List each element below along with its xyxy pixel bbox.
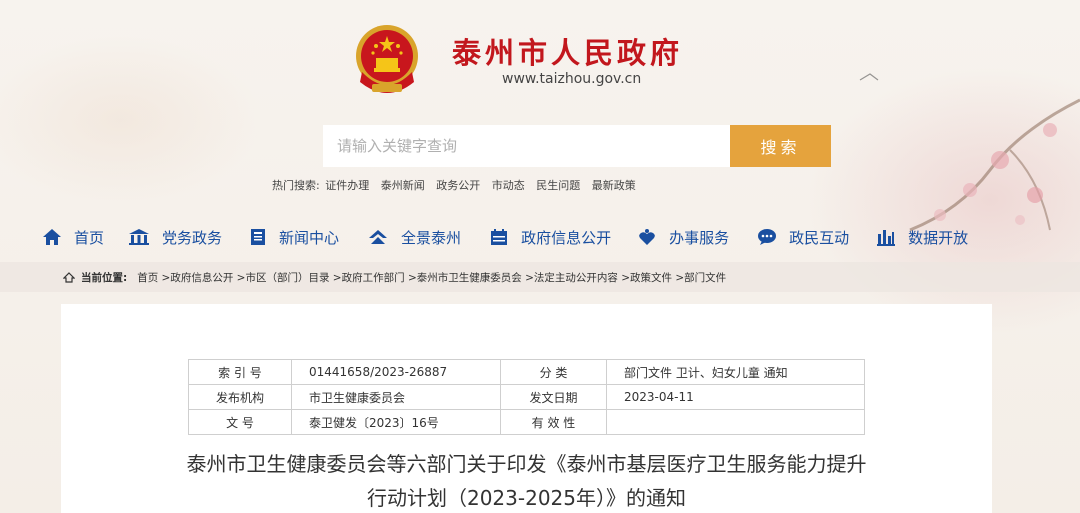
content-panel: 索 引 号 01441658/2023-26887 分 类 部门文件 卫计、妇女… (61, 304, 992, 513)
breadcrumb: 当前位置: 首页 >政府信息公开 >市区（部门）目录 >政府工作部门 >泰州市卫… (63, 270, 726, 285)
breadcrumb-label: 当前位置: (81, 272, 128, 284)
breadcrumb-path[interactable]: 首页 >政府信息公开 >市区（部门）目录 >政府工作部门 >泰州市卫生健康委员会… (137, 270, 726, 285)
document-title: 泰州市卫生健康委员会等六部门关于印发《泰州市基层医疗卫生服务能力提升 行动计划（… (61, 447, 992, 513)
table-row: 文 号 泰卫健发〔2023〕16号 有 效 性 (188, 409, 865, 435)
bar-chart-icon (877, 230, 896, 246)
meta-key: 分 类 (500, 359, 607, 385)
document-title-line: 行动计划（2023-2025年）》的通知 (366, 486, 686, 510)
hot-search-link[interactable]: 证件办理 (325, 179, 369, 192)
nav-item-gov-info[interactable]: 政府信息公开 (489, 227, 611, 248)
main-nav: 首页 党务政务 新闻中心 全景泰州 政府信息公开 办事服务 政民互动 数据开放 (42, 223, 1052, 251)
newspaper-icon (251, 229, 266, 245)
hot-search-label: 热门搜索: (272, 179, 320, 192)
search-button[interactable]: 搜索 (730, 125, 831, 167)
nav-item-home[interactable]: 首页 (42, 227, 104, 248)
hot-search-link[interactable]: 市动态 (492, 179, 525, 192)
hot-search-bar: 热门搜索: 证件办理 泰州新闻 政务公开 市动态 民生问题 最新政策 (272, 177, 644, 193)
meta-value: 部门文件 卫计、妇女儿童 通知 (606, 359, 865, 385)
hot-search-link[interactable]: 政务公开 (436, 179, 480, 192)
document-title-line: 泰州市卫生健康委员会等六部门关于印发《泰州市基层医疗卫生服务能力提升 (186, 452, 867, 476)
nav-label: 新闻中心 (279, 228, 340, 247)
site-title[interactable]: 泰州市人民政府 (452, 30, 683, 72)
nav-item-interaction[interactable]: 政民互动 (757, 227, 849, 248)
nav-label: 政民互动 (789, 228, 850, 247)
meta-key: 文 号 (188, 409, 292, 435)
table-row: 索 引 号 01441658/2023-26887 分 类 部门文件 卫计、妇女… (188, 359, 865, 385)
nav-label: 全景泰州 (401, 228, 462, 247)
hot-search-link[interactable]: 最新政策 (592, 179, 636, 192)
meta-key: 发文日期 (500, 384, 607, 410)
meta-value: 2023-04-11 (606, 384, 865, 410)
meta-value (606, 409, 865, 435)
location-home-icon (63, 272, 75, 283)
national-emblem-icon (356, 25, 418, 93)
document-meta-table: 索 引 号 01441658/2023-26887 分 类 部门文件 卫计、妇女… (188, 359, 865, 435)
nav-item-news-center[interactable]: 新闻中心 (249, 227, 339, 248)
home-icon (43, 229, 61, 245)
nav-label: 首页 (74, 228, 105, 247)
site-url[interactable]: www.taizhou.gov.cn (502, 71, 641, 87)
nav-item-party-affairs[interactable]: 党务政务 (128, 227, 222, 248)
hot-search-link[interactable]: 泰州新闻 (381, 179, 425, 192)
building-icon (129, 229, 150, 245)
panorama-icon (369, 230, 388, 244)
table-row: 发布机构 市卫生健康委员会 发文日期 2023-04-11 (188, 384, 865, 410)
nav-label: 数据开放 (908, 228, 969, 247)
nav-item-panorama[interactable]: 全景泰州 (367, 227, 461, 248)
nav-item-open-data[interactable]: 数据开放 (876, 227, 968, 248)
nav-item-services[interactable]: 办事服务 (637, 227, 729, 248)
meta-key: 有 效 性 (500, 409, 607, 435)
search-input[interactable] (323, 125, 730, 167)
hot-search-link[interactable]: 民生问题 (536, 179, 580, 192)
meta-value: 市卫生健康委员会 (291, 384, 501, 410)
meta-key: 发布机构 (188, 384, 292, 410)
meta-key: 索 引 号 (188, 359, 292, 385)
breadcrumb-bar: 当前位置: 首页 >政府信息公开 >市区（部门）目录 >政府工作部门 >泰州市卫… (0, 262, 1080, 292)
nav-label: 办事服务 (669, 228, 730, 247)
nav-label: 党务政务 (162, 228, 223, 247)
meta-value: 01441658/2023-26887 (291, 359, 501, 385)
calendar-icon (491, 229, 508, 245)
meta-value: 泰卫健发〔2023〕16号 (291, 409, 501, 435)
site-header: 泰州市人民政府 www.taizhou.gov.cn (352, 22, 732, 102)
nav-label: 政府信息公开 (521, 228, 612, 247)
handshake-icon (639, 229, 655, 245)
chat-icon (758, 229, 777, 245)
